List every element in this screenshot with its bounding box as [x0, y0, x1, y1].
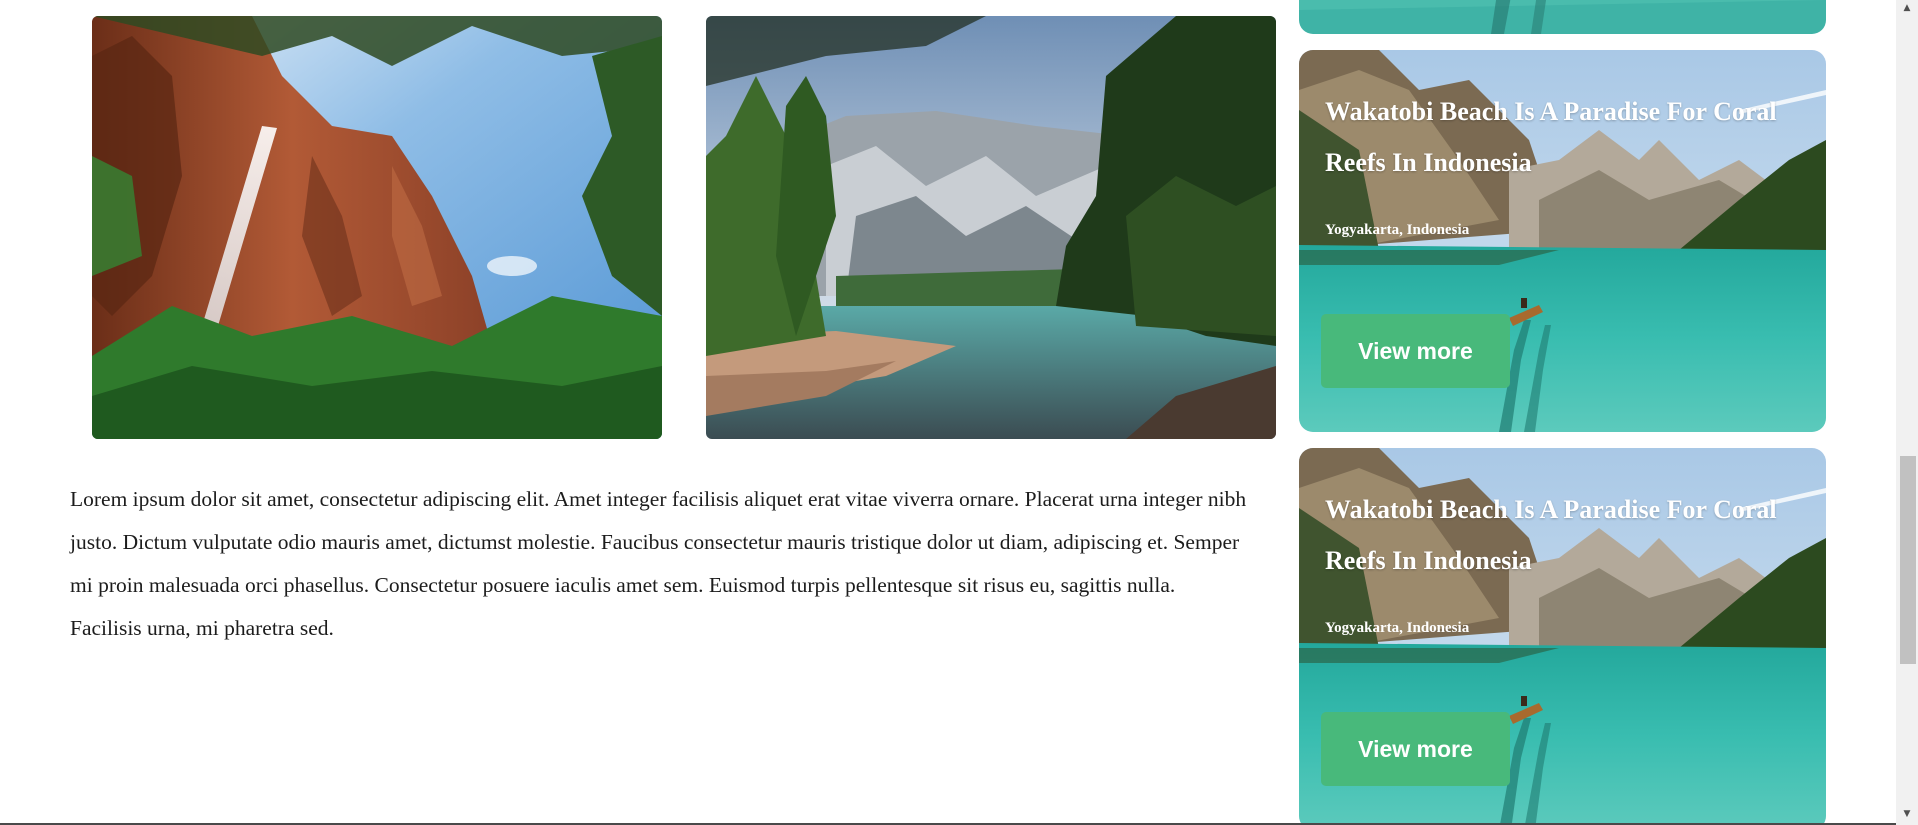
card-location: Yogyakarta, Indonesia	[1325, 620, 1470, 636]
destination-card: Wakatobi Beach Is A Paradise For Coral R…	[1299, 448, 1826, 825]
view-more-button[interactable]: View more	[1321, 314, 1510, 388]
card-title: Wakatobi Beach Is A Paradise For Coral R…	[1325, 97, 1777, 177]
partial-card-image	[1299, 0, 1826, 34]
vertical-scrollbar[interactable]: ▲ ▼	[1896, 0, 1918, 825]
body-paragraph: Lorem ipsum dolor sit amet, consectetur …	[70, 487, 1247, 640]
view-more-button[interactable]: View more	[1321, 712, 1510, 786]
card-location: Yogyakarta, Indonesia	[1325, 222, 1470, 238]
card-title: Wakatobi Beach Is A Paradise For Coral R…	[1325, 495, 1777, 575]
mountain-lake-image	[706, 16, 1276, 439]
page: Lorem ipsum dolor sit amet, consectetur …	[0, 0, 1918, 825]
destination-card: Wakatobi Beach Is A Paradise For Coral R…	[1299, 50, 1826, 432]
canyon-waterfall-image	[92, 16, 662, 439]
scroll-up-arrow-icon[interactable]: ▲	[1896, 0, 1918, 16]
scroll-thumb[interactable]	[1900, 456, 1916, 664]
scroll-down-arrow-icon[interactable]: ▼	[1896, 806, 1918, 822]
partial-card	[1299, 0, 1826, 34]
